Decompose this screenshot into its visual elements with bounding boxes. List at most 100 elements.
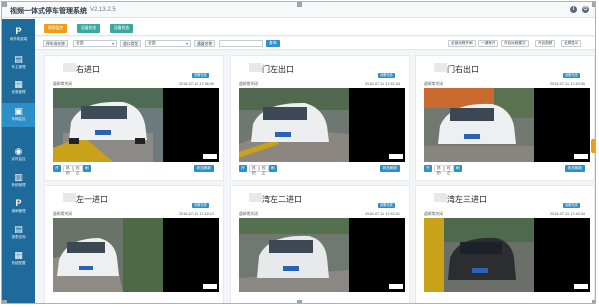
fullscreen-button[interactable]: 全屏显示 [561, 40, 582, 47]
keep-open-button[interactable]: 一键常开 [478, 40, 499, 47]
video-controls[interactable] [203, 154, 217, 159]
video-controls[interactable] [203, 284, 217, 289]
refresh-button[interactable]: 刷新 [269, 165, 277, 177]
camera-icon: ◉ [14, 146, 23, 156]
status-badge: 设备在线 [192, 73, 209, 78]
calibrate-button[interactable]: 校正 [73, 165, 83, 175]
sidebar-item-owner[interactable]: ▤ 车主管理 [2, 51, 35, 75]
status-badge: 设备在线 [563, 73, 580, 78]
capture-button[interactable]: 抓拍 [249, 165, 259, 175]
camera-video[interactable] [53, 218, 219, 292]
open-gate-button[interactable]: 开闸 [239, 165, 247, 177]
filter-toolbar: 停车场名称 全部 ▾ 道口类型 全部 ▾ 通道名称 查询 全部远程开闸 一键常开… [35, 37, 595, 50]
parking-icon: P [15, 26, 22, 36]
video-controls[interactable] [574, 284, 588, 289]
filter-type-select[interactable]: 全部 ▾ [145, 40, 191, 47]
car-snapshot [53, 218, 163, 292]
tab-device-2[interactable]: 设备状态 [110, 24, 134, 33]
car-snapshot [239, 88, 349, 162]
gate-status: 道闸常关闭 [239, 82, 258, 86]
resize-handle[interactable] [297, 2, 302, 7]
resize-handle[interactable] [592, 300, 595, 303]
filter-channel-label: 通道名称 [194, 40, 216, 47]
camera-card: 门右出口 设备在线 道闸常关闭 2016-07-11 17:40:30 开闸 抓… [415, 55, 595, 181]
sidebar-item-gate[interactable]: P 道闸管理 [2, 195, 35, 219]
chevron-down-icon: ▾ [185, 41, 188, 46]
refresh-button[interactable]: 刷新 [454, 165, 462, 177]
car-snapshot [53, 88, 163, 162]
status-refresh-button[interactable]: 状态刷新 [379, 165, 400, 172]
open-gate-button[interactable]: 开闸 [53, 165, 61, 177]
video-controls[interactable] [574, 154, 588, 159]
timestamp: 2016-07-11 17:41:34 [365, 82, 400, 86]
sidebar-item-system[interactable]: ▥ 系统管理 [2, 169, 35, 193]
timestamp: 2016-07-11 17:42:12 [179, 212, 214, 216]
sidebar-item-label: 优惠管理 [11, 90, 26, 94]
video-controls[interactable] [389, 284, 403, 289]
status-badge: 设备在线 [563, 203, 580, 208]
open-video-button[interactable]: 开启视频 [535, 40, 556, 47]
timestamp: 2016-07-11 17:36:40 [179, 82, 214, 86]
sidebar-item-booth[interactable]: P 岗亭收费端 [2, 23, 35, 47]
app-version: V2.13.2.5 [90, 7, 116, 13]
calibrate-button[interactable]: 校正 [259, 165, 269, 175]
open-gate-button[interactable]: 开闸 [424, 165, 432, 177]
filter-type-value: 全部 [148, 41, 156, 45]
status-refresh-button[interactable]: 状态刷新 [564, 165, 585, 172]
sidebar-item-label: 道闸管理 [11, 209, 26, 213]
camera-video[interactable] [53, 88, 219, 162]
chevron-down-icon: ▾ [111, 41, 114, 46]
resize-handle[interactable] [2, 2, 7, 7]
camera-card: 左一进口 设备在线 道闸常关闭 2016-07-11 17:42:12 [44, 185, 224, 303]
gate-status: 道闸常关闭 [424, 212, 443, 216]
camera-name: 门右出口 [447, 65, 479, 74]
status-refresh-button[interactable]: 状态刷新 [193, 165, 214, 172]
monitor-icon: ▣ [14, 106, 23, 116]
tab-video[interactable]: 视频监控 [44, 24, 68, 33]
tab-bar: 视频监控 设备状态 设备状态 [35, 19, 595, 36]
settings-icon: ▦ [14, 250, 23, 260]
sidebar-item-realtime[interactable]: ◉ 实时监控 [2, 143, 35, 167]
collapse-handle[interactable] [591, 139, 595, 153]
timestamp: 2016-07-11 17:40:30 [550, 82, 585, 86]
camera-card: 湾左三进口 设备在线 道闸常关闭 2016-07-11 17:40:34 [415, 185, 595, 303]
car-snapshot [424, 218, 534, 292]
refresh-button[interactable]: 刷新 [83, 165, 91, 177]
open-all-gates-button[interactable]: 全部远程开闸 [448, 40, 476, 47]
sidebar-item-config[interactable]: ▦ 系统配置 [2, 247, 35, 271]
resize-handle[interactable] [2, 300, 7, 303]
sidebar-item-label: 车主管理 [11, 65, 26, 69]
power-icon[interactable]: ⏻ [582, 6, 589, 13]
blurred-text [249, 63, 262, 72]
channel-name-input[interactable] [219, 40, 263, 47]
calibrate-button[interactable]: 校正 [444, 165, 454, 175]
remote-mode-button[interactable]: 开启远程模式 [501, 40, 529, 47]
camera-video[interactable] [239, 88, 405, 162]
camera-video[interactable] [424, 218, 590, 292]
search-button[interactable]: 查询 [266, 40, 280, 47]
filter-lot-select[interactable]: 全部 ▾ [73, 40, 117, 47]
app-title: 视频一体式停车管理系统 [10, 8, 87, 15]
sidebar-item-report[interactable]: ▤ 报表查询 [2, 221, 35, 245]
main-content: 视频监控 设备状态 设备状态 停车场名称 全部 ▾ 道口类型 全部 ▾ 通道名称… [35, 19, 595, 303]
sidebar-item-discount[interactable]: ▦ 优惠管理 [2, 76, 35, 100]
capture-button[interactable]: 抓拍 [434, 165, 444, 175]
car-snapshot [239, 218, 349, 292]
sidebar-item-monitor[interactable]: ▣ 车辆监控 [2, 103, 35, 127]
info-icon[interactable]: i [570, 6, 577, 13]
status-badge: 设备在线 [192, 203, 209, 208]
resize-handle[interactable] [592, 2, 595, 7]
tab-device-1[interactable]: 设备状态 [77, 24, 101, 33]
resize-handle[interactable] [297, 300, 302, 303]
gate-status: 道闸常关闭 [424, 82, 443, 86]
timestamp: 2016-07-11 17:40:34 [550, 212, 585, 216]
camera-name: 湾左三进口 [447, 195, 487, 204]
camera-card: 右进口 设备在线 道闸常关闭 2016-07-11 17:36:40 开闸 抓拍… [44, 55, 224, 181]
sidebar-item-label: 系统配置 [11, 261, 26, 265]
camera-video[interactable] [424, 88, 590, 162]
camera-video[interactable] [239, 218, 405, 292]
blurred-text [434, 63, 447, 72]
sidebar-item-label: 实时监控 [11, 157, 26, 161]
capture-button[interactable]: 抓拍 [63, 165, 73, 175]
video-controls[interactable] [389, 154, 403, 159]
